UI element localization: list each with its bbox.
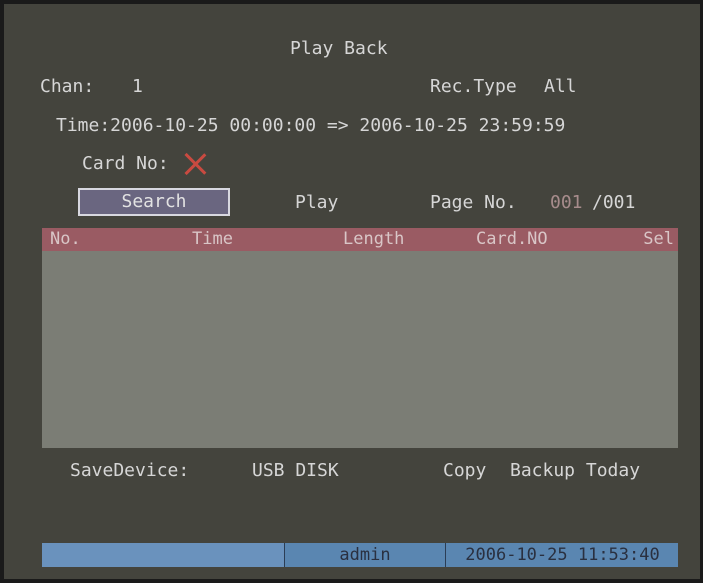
- page-total: /001: [592, 192, 636, 213]
- column-header-time: Time: [192, 229, 233, 249]
- chan-select[interactable]: 1: [132, 76, 143, 98]
- column-header-sel: Sel: [643, 229, 674, 249]
- page-title: Play Back: [290, 38, 388, 59]
- status-message: [42, 543, 284, 567]
- status-clock: 2006-10-25 11:53:40: [445, 543, 679, 567]
- savedevice-select[interactable]: USB DISK: [252, 460, 339, 482]
- column-header-no: No.: [50, 229, 81, 249]
- page-current-input[interactable]: 001: [550, 192, 583, 214]
- close-icon[interactable]: [182, 151, 208, 177]
- rectype-label: Rec.Type: [430, 76, 517, 97]
- rectype-select[interactable]: All: [544, 76, 577, 98]
- column-header-card-no: Card.NO: [476, 229, 548, 249]
- results-table[interactable]: [42, 251, 678, 448]
- backup-today-button[interactable]: Backup Today: [510, 460, 640, 482]
- copy-button[interactable]: Copy: [443, 460, 486, 482]
- status-bar: admin 2006-10-25 11:53:40: [42, 543, 678, 567]
- play-button[interactable]: Play: [295, 192, 338, 214]
- time-range-field[interactable]: Time:2006-10-25 00:00:00 => 2006-10-25 2…: [56, 115, 565, 137]
- table-header: No. Time Length Card.NO Sel: [42, 228, 678, 251]
- page-no-label: Page No.: [430, 192, 517, 213]
- playback-screen: Play Back Chan: 1 Rec.Type All Time:2006…: [4, 4, 700, 579]
- status-user: admin: [284, 543, 445, 567]
- search-button[interactable]: Search: [78, 188, 230, 216]
- chan-label: Chan:: [40, 76, 95, 97]
- column-header-length: Length: [343, 229, 405, 249]
- card-no-label: Card No:: [82, 153, 169, 174]
- savedevice-label: SaveDevice:: [70, 460, 190, 481]
